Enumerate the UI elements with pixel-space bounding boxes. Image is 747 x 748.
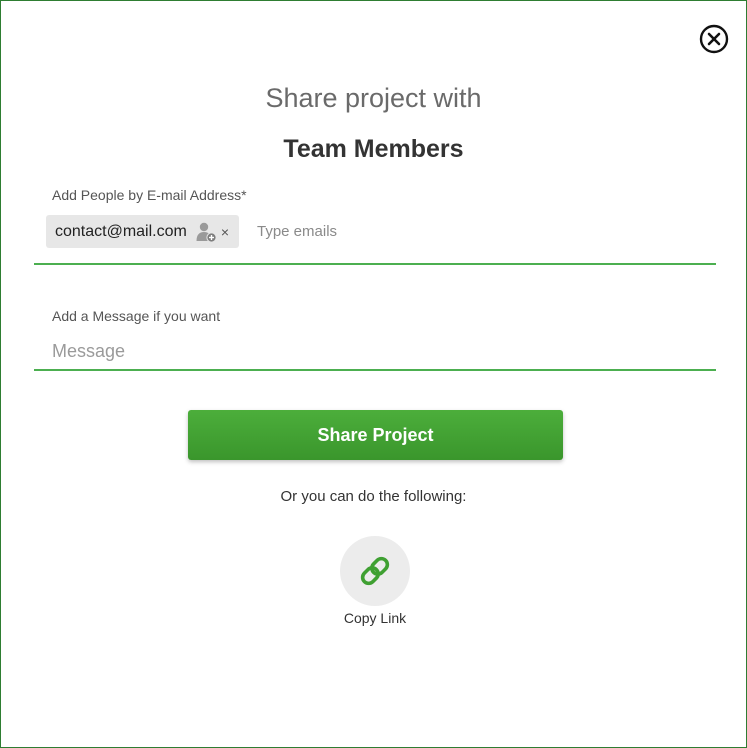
dialog-title: Share project with <box>265 83 482 113</box>
copy-link-button[interactable]: Copy Link <box>331 536 419 636</box>
share-dialog: Share project with Team Members Add Peop… <box>0 0 747 748</box>
message-input[interactable] <box>52 337 692 365</box>
message-label: Add a Message if you want <box>52 308 221 324</box>
link-icon <box>360 556 390 586</box>
copy-link-label: Copy Link <box>343 610 407 626</box>
share-project-button[interactable]: Share Project <box>188 410 563 460</box>
message-field-underline <box>34 369 716 371</box>
email-field-underline <box>34 263 716 265</box>
email-input[interactable] <box>257 218 697 244</box>
alternative-text: Or you can do the following: <box>280 488 467 505</box>
person-add-icon <box>195 221 217 243</box>
close-button[interactable] <box>698 23 730 55</box>
email-chip: contact@mail.com × <box>46 215 240 248</box>
email-chip-text: contact@mail.com <box>55 222 187 240</box>
copy-link-circle <box>340 536 410 606</box>
dialog-subtitle: Team Members <box>283 135 464 163</box>
close-circle-icon <box>699 24 729 54</box>
emails-label: Add People by E-mail Address* <box>52 187 247 203</box>
remove-chip-button[interactable]: × <box>221 224 229 240</box>
